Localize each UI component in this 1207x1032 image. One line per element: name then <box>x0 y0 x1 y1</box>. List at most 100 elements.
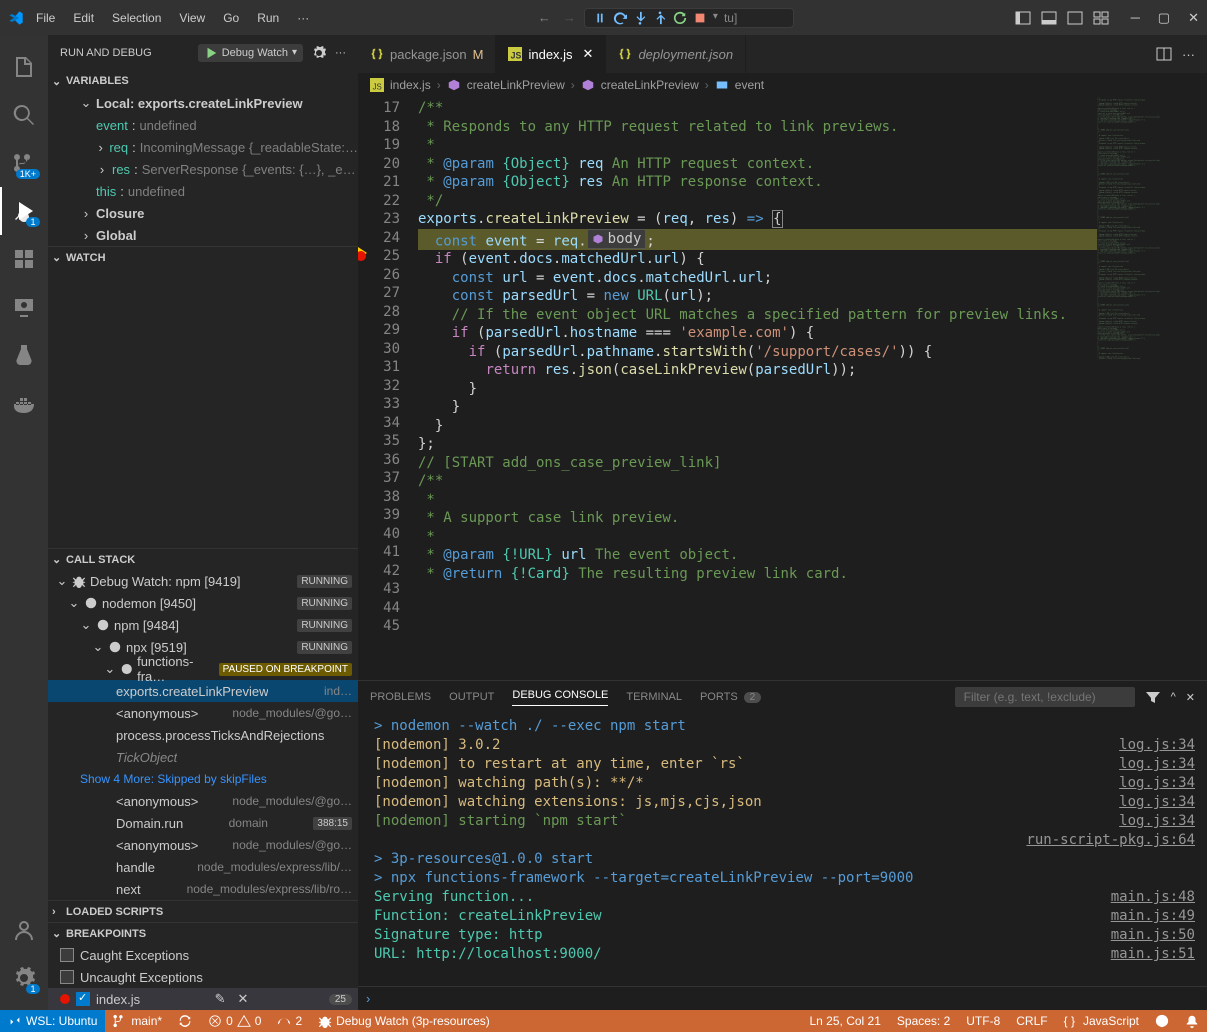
callstack-node[interactable]: ⌄npm [9484]RUNNING <box>48 614 358 636</box>
panel-tab-output[interactable]: OUTPUT <box>449 691 494 703</box>
window-close-icon[interactable]: ✕ <box>1188 10 1199 26</box>
more-icon[interactable]: ··· <box>1182 47 1195 62</box>
callstack-session[interactable]: ⌄Debug Watch: npm [9419] RUNNING <box>48 570 358 592</box>
debug-console-output[interactable]: > nodemon --watch ./ --exec npm start [n… <box>358 713 1207 986</box>
minimap[interactable]: /** * Responds to any HTTP request relat… <box>1097 97 1207 680</box>
tab-index-js[interactable]: JS index.js ✕ <box>496 35 606 73</box>
section-breakpoints[interactable]: ⌄BREAKPOINTS <box>48 922 358 944</box>
intellisense-suggest[interactable]: body <box>587 229 647 250</box>
status-errors[interactable]: 0 0 <box>200 1010 269 1032</box>
menu-file[interactable]: File <box>28 7 63 29</box>
menu-more[interactable]: ··· <box>289 7 317 29</box>
var-row[interactable]: ›req: IncomingMessage {_readableState:… <box>56 136 358 158</box>
code-lines[interactable]: /** * Responds to any HTTP request relat… <box>418 97 1097 680</box>
var-row[interactable]: event: undefined <box>56 114 358 136</box>
menu-edit[interactable]: Edit <box>65 7 102 29</box>
callstack-node[interactable]: ⌄functions-fra…PAUSED ON BREAKPOINT <box>48 658 358 680</box>
callstack-node[interactable]: ⌄nodemon [9450]RUNNING <box>48 592 358 614</box>
status-sync[interactable] <box>170 1010 200 1032</box>
section-watch[interactable]: ⌄WATCH <box>48 246 358 268</box>
window-maximize-icon[interactable]: ▢ <box>1158 10 1170 26</box>
panel-tab-debug-console[interactable]: DEBUG CONSOLE <box>512 689 608 706</box>
checkbox[interactable] <box>76 992 90 1006</box>
callstack-frame[interactable]: <anonymous>node_modules/@go… <box>48 834 358 856</box>
activity-docker[interactable] <box>0 379 48 427</box>
scope-closure[interactable]: ›Closure <box>56 202 358 224</box>
activity-search[interactable] <box>0 91 48 139</box>
status-lang[interactable]: { }JavaScript <box>1056 1014 1147 1028</box>
gear-icon[interactable] <box>311 45 327 61</box>
tab-deployment-json[interactable]: deployment.json <box>606 35 746 73</box>
bp-uncaught[interactable]: Uncaught Exceptions <box>48 966 358 988</box>
status-spaces[interactable]: Spaces: 2 <box>889 1014 958 1028</box>
nav-forward-icon[interactable]: → <box>563 10 576 25</box>
debug-stepover-icon[interactable] <box>613 11 627 25</box>
window-minimize-icon[interactable]: ─ <box>1131 10 1140 26</box>
section-variables[interactable]: ⌄VARIABLES <box>48 70 358 92</box>
activity-remote-explorer[interactable] <box>0 283 48 331</box>
activity-account[interactable] <box>0 906 48 954</box>
more-icon[interactable]: ··· <box>335 47 346 59</box>
var-row[interactable]: ›res: ServerResponse {_events: {…}, _e… <box>56 158 358 180</box>
section-callstack[interactable]: ⌄CALL STACK <box>48 548 358 570</box>
tab-package-json[interactable]: package.json M <box>358 35 496 73</box>
close-icon[interactable]: ✕ <box>237 991 248 1007</box>
panel-tab-terminal[interactable]: TERMINAL <box>626 691 682 703</box>
command-center[interactable]: ▾ tu] <box>584 8 794 28</box>
checkbox[interactable] <box>60 948 74 962</box>
callstack-frame[interactable]: nextnode_modules/express/lib/ro… <box>48 878 358 900</box>
callstack-frame[interactable]: TickObject <box>48 746 358 768</box>
callstack-frame[interactable]: exports.createLinkPreviewind… <box>48 680 358 702</box>
bp-file[interactable]: index.js ✎ ✕ 25 <box>48 988 358 1010</box>
filter-icon[interactable] <box>1145 689 1161 705</box>
callstack-skipfiles[interactable]: Show 4 More: Skipped by skipFiles <box>48 768 358 790</box>
breakpoint-dot-icon[interactable] <box>358 251 366 261</box>
status-bell[interactable] <box>1177 1014 1207 1028</box>
debug-stepinto-icon[interactable] <box>633 11 647 25</box>
menu-selection[interactable]: Selection <box>104 7 169 29</box>
activity-debug[interactable]: 1 <box>0 187 48 235</box>
menu-go[interactable]: Go <box>215 7 247 29</box>
edit-icon[interactable]: ✎ <box>215 991 226 1007</box>
layout-bottom-icon[interactable] <box>1041 10 1057 26</box>
menu-view[interactable]: View <box>171 7 213 29</box>
status-debug-target[interactable]: Debug Watch (3p-resources) <box>310 1010 498 1032</box>
activity-testing[interactable] <box>0 331 48 379</box>
bp-caught[interactable]: Caught Exceptions <box>48 944 358 966</box>
callstack-frame[interactable]: <anonymous>node_modules/@go… <box>48 790 358 812</box>
menu-run[interactable]: Run <box>249 7 287 29</box>
status-encoding[interactable]: UTF-8 <box>958 1014 1008 1028</box>
callstack-frame[interactable]: handlenode_modules/express/lib/… <box>48 856 358 878</box>
breadcrumb[interactable]: JS index.js› createLinkPreview› createLi… <box>358 73 1207 97</box>
console-filter-input[interactable] <box>955 687 1135 707</box>
status-ports[interactable]: 2 <box>269 1010 310 1032</box>
status-remote[interactable]: WSL: Ubuntu <box>0 1010 105 1032</box>
var-row[interactable]: this: undefined <box>56 180 358 202</box>
debug-launch-selector[interactable]: Debug Watch ▾ <box>198 44 303 62</box>
split-editor-icon[interactable] <box>1156 46 1172 62</box>
activity-scm[interactable]: 1K+ <box>0 139 48 187</box>
close-icon[interactable]: ✕ <box>1186 691 1195 704</box>
chevron-up-icon[interactable]: ^ <box>1171 691 1176 703</box>
layout-right-icon[interactable] <box>1067 10 1083 26</box>
activity-explorer[interactable] <box>0 43 48 91</box>
scope-local[interactable]: ⌄Local: exports.createLinkPreview <box>56 92 358 114</box>
debug-dropdown-icon[interactable]: ▾ <box>713 11 718 25</box>
callstack-frame[interactable]: Domain.rundomain388:15 <box>48 812 358 834</box>
scope-global[interactable]: ›Global <box>56 224 358 246</box>
close-icon[interactable]: ✕ <box>583 46 594 62</box>
status-cursor[interactable]: Ln 25, Col 21 <box>802 1014 889 1028</box>
debug-console-input[interactable]: › <box>358 986 1207 1010</box>
nav-back-icon[interactable]: ← <box>538 10 551 25</box>
activity-extensions[interactable] <box>0 235 48 283</box>
debug-stop-icon[interactable] <box>693 11 707 25</box>
callstack-frame[interactable]: process.processTicksAndRejections <box>48 724 358 746</box>
debug-pause-icon[interactable] <box>593 11 607 25</box>
activity-settings[interactable]: 1 <box>0 954 48 1002</box>
layout-left-icon[interactable] <box>1015 10 1031 26</box>
status-branch[interactable]: main* <box>105 1010 170 1032</box>
debug-restart-icon[interactable] <box>673 11 687 25</box>
callstack-frame[interactable]: <anonymous>node_modules/@go… <box>48 702 358 724</box>
layout-customize-icon[interactable] <box>1093 10 1109 26</box>
panel-tab-ports[interactable]: PORTS2 <box>700 691 761 703</box>
